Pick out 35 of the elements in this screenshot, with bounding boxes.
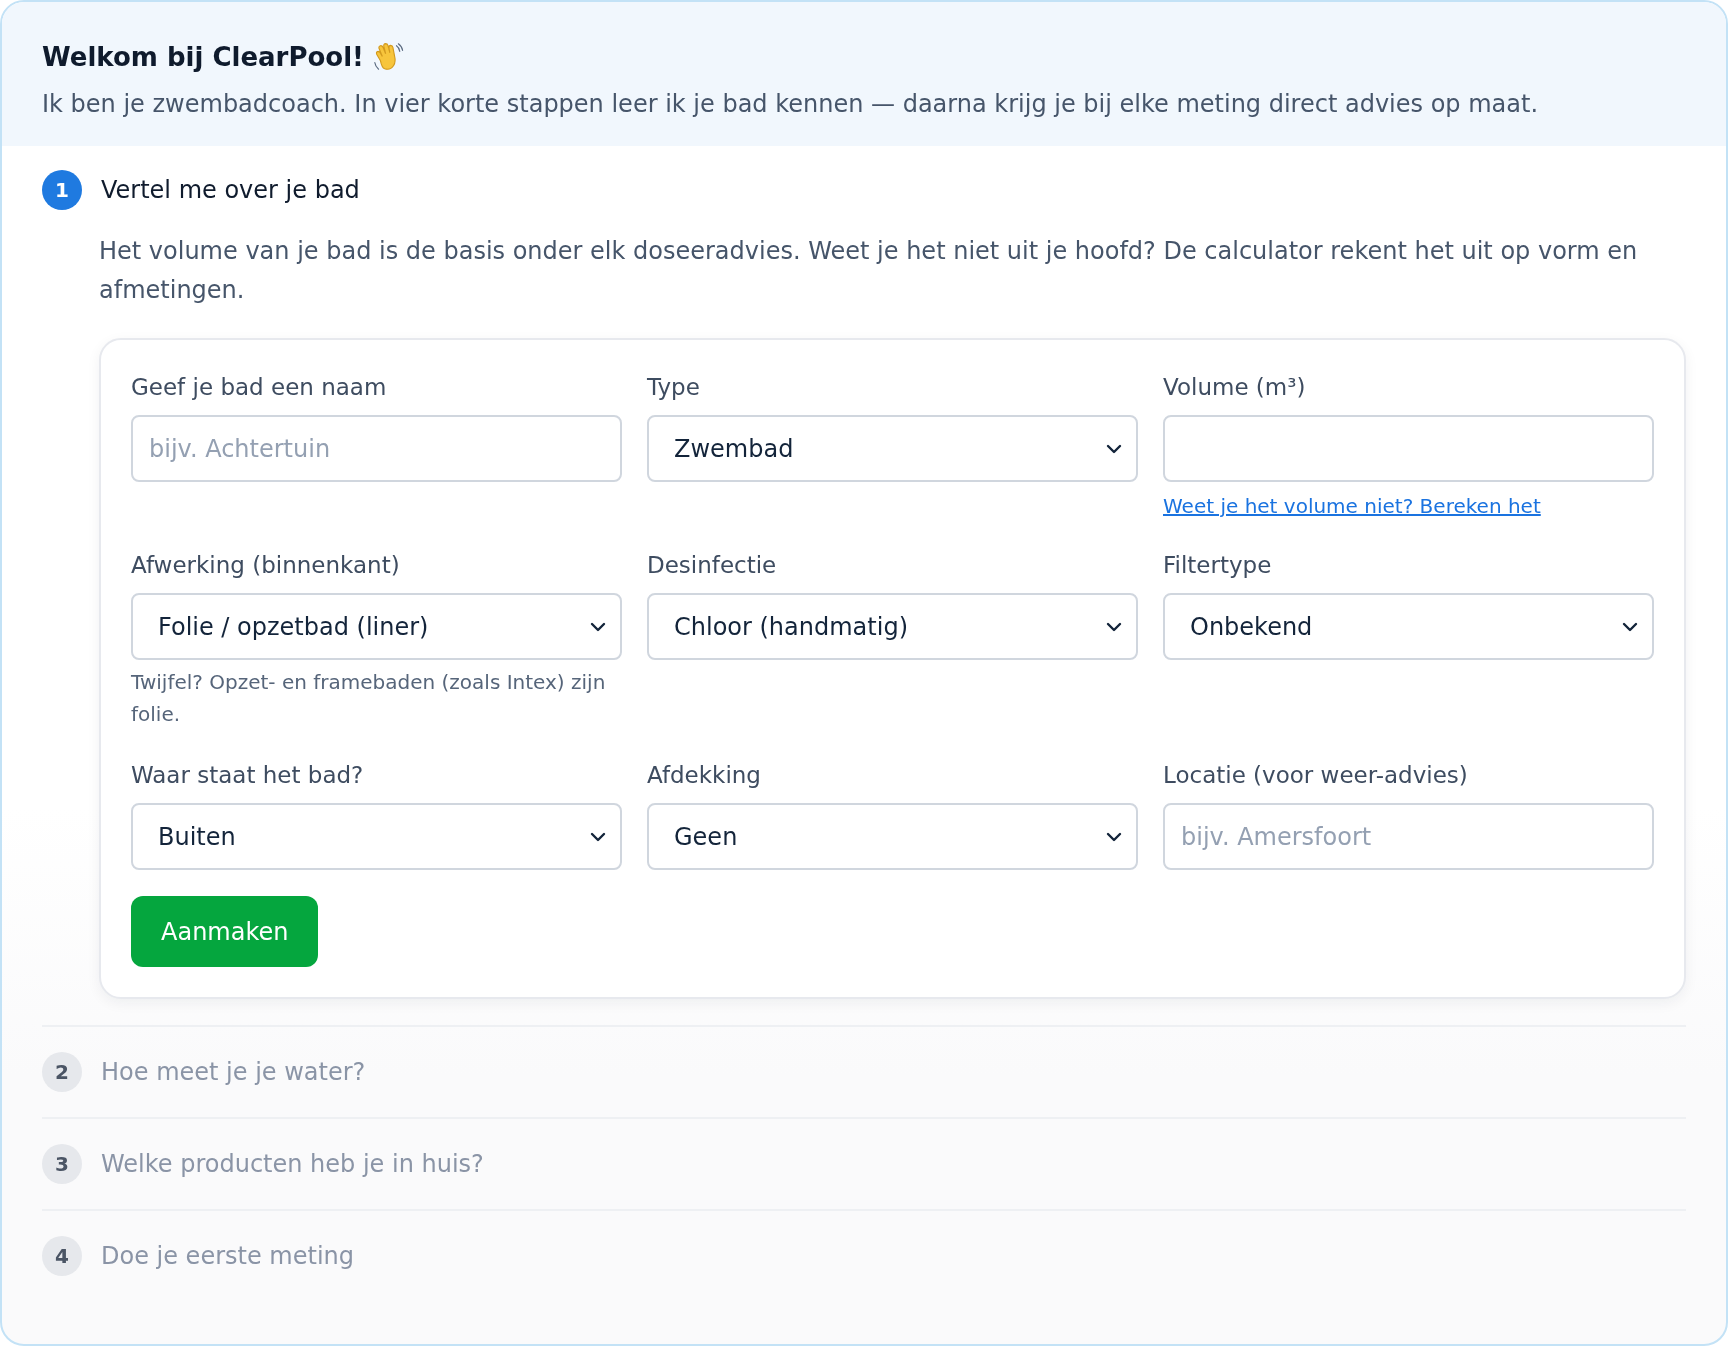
input-field[interactable]: [1163, 415, 1654, 482]
chevron-down-icon: [590, 831, 606, 842]
step-description: Het volume van je bad is de basis onder elk doseeradvies. Weet je het niet uit je hoofd? De calculator rekent het uit op vorm en afmetingen.: [99, 236, 1639, 306]
field-label: Type: [647, 373, 701, 402]
calculator-link[interactable]: Weet je het volume niet? Bereken het: [1163, 492, 1541, 520]
field-label: Waar staat het bad?: [131, 761, 365, 790]
field-label: Desinfectie: [647, 551, 778, 580]
input-field[interactable]: bijv. Achtertuin: [131, 415, 622, 482]
step-number: 2: [42, 1052, 82, 1092]
input-field[interactable]: bijv. Amersfoort: [1163, 803, 1654, 870]
dropdown[interactable]: Buiten: [131, 803, 622, 870]
chevron-down-icon: [1106, 621, 1122, 632]
waving-hand-icon: [371, 41, 404, 73]
hint-text: Twijfel? Opzet- en framebaden (zoals Intex) zijn folie.: [131, 669, 607, 728]
chevron-down-icon: [1106, 831, 1122, 842]
chevron-down-icon: [1622, 621, 1638, 632]
dropdown[interactable]: Folie / opzetbad (liner): [131, 593, 622, 660]
field-label: Afdekking: [647, 761, 762, 790]
field-label: Afwerking (binnenkant): [131, 551, 401, 580]
step-number: 4: [42, 1236, 82, 1276]
chevron-down-icon: [1106, 443, 1122, 454]
welcome-title: Welkom bij ClearPool!: [42, 41, 364, 74]
step-number: 3: [42, 1144, 82, 1184]
field-label: Filtertype: [1163, 551, 1273, 580]
dropdown[interactable]: Geen: [647, 803, 1138, 870]
chevron-down-icon: [590, 621, 606, 632]
step-title[interactable]: Vertel me over je bad: [101, 172, 360, 208]
step-number: 1: [42, 170, 82, 210]
dropdown[interactable]: Chloor (handmatig): [647, 593, 1138, 660]
intro-text: Ik ben je zwembadcoach. In vier korte stappen leer ik je bad kennen — daarna krijg je bij elke meting direct advies op maat.: [42, 89, 1540, 120]
field-label: Volume (m³): [1163, 373, 1307, 402]
field-label: Locatie (voor weer-advies): [1163, 761, 1469, 790]
field-label: Geef je bad een naam: [131, 373, 388, 402]
dropdown[interactable]: Zwembad: [647, 415, 1138, 482]
dropdown[interactable]: Onbekend: [1163, 593, 1654, 660]
